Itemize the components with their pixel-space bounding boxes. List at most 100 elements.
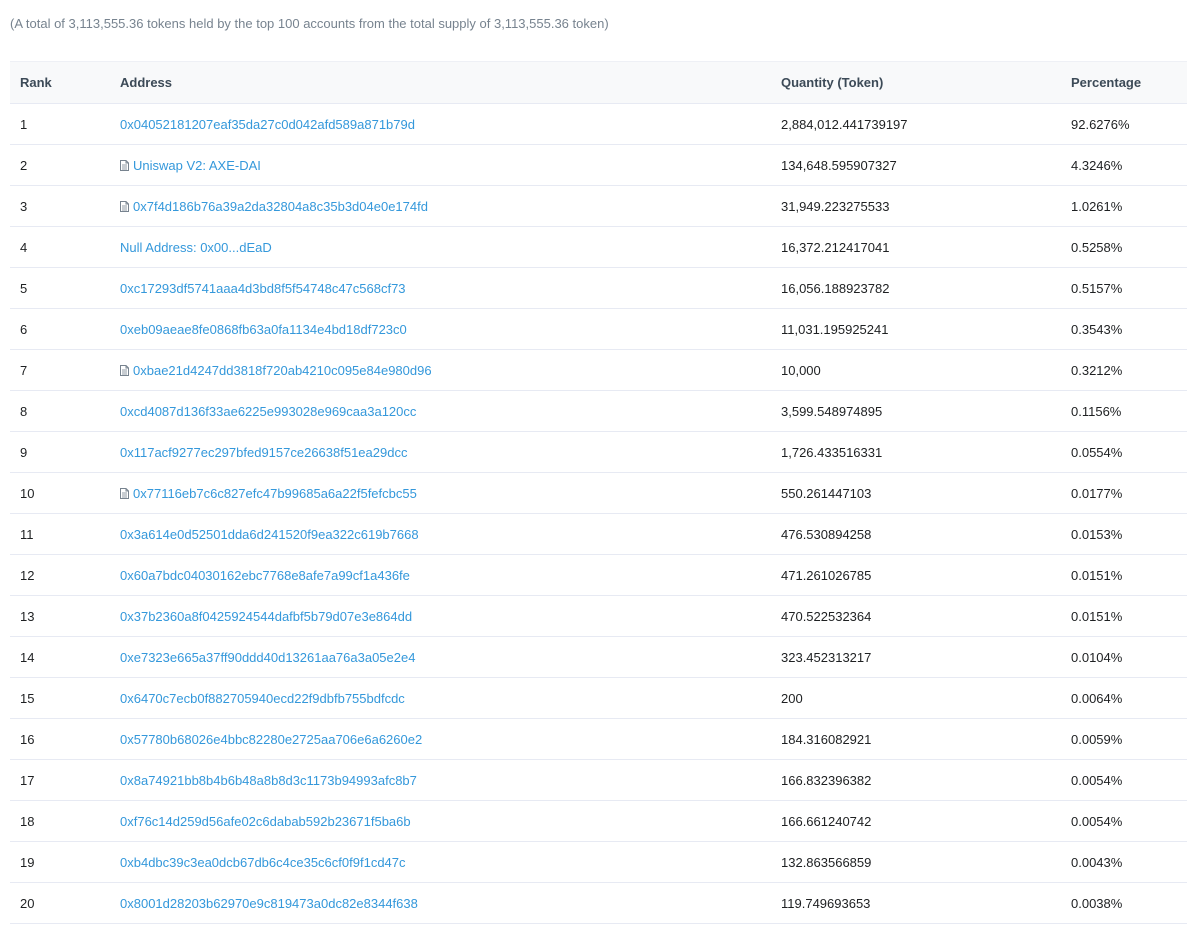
holder-address-link[interactable]: 0xeb09aeae8fe0868fb63a0fa1134e4bd18df723… — [120, 322, 407, 337]
contract-file-icon — [120, 364, 129, 376]
holder-address-link[interactable]: 0x60a7bdc04030162ebc7768e8afe7a99cf1a436… — [120, 568, 410, 583]
holder-address-link[interactable]: 0xf76c14d259d56afe02c6dabab592b23671f5ba… — [120, 814, 411, 829]
quantity-cell: 476.530894258 — [781, 513, 1071, 555]
address-text: 0xc17293df5741aaa4d3bd8f5f54748c47c568cf… — [120, 280, 406, 296]
holder-address-link[interactable]: 0x3a614e0d52501dda6d241520f9ea322c619b76… — [120, 527, 419, 542]
contract-file-icon — [120, 200, 129, 212]
holder-address-link[interactable]: 0x8001d28203b62970e9c819473a0dc82e8344f6… — [120, 896, 418, 911]
percentage-cell: 0.0054% — [1071, 800, 1187, 842]
address-text: 0xbae21d4247dd3818f720ab4210c095e84e980d… — [133, 362, 432, 378]
address-text: 0x60a7bdc04030162ebc7768e8afe7a99cf1a436… — [120, 567, 410, 583]
table-row: 13 0x37b2360a8f0425924544dafbf5b79d07e3e8… — [10, 595, 1187, 637]
table-row: 8 0xcd4087d136f33ae6225e993028e969caa3a12… — [10, 390, 1187, 432]
percentage-cell: 0.0554% — [1071, 431, 1187, 473]
address-text: 0xe7323e665a37ff90ddd40d13261aa76a3a05e2… — [120, 649, 416, 665]
quantity-cell: 323.452313217 — [781, 636, 1071, 678]
holder-address-link[interactable]: 0x57780b68026e4bbc82280e2725aa706e6a6260… — [120, 732, 422, 747]
token-holders-table: Rank Address Quantity (Token) Percentage… — [10, 61, 1187, 924]
table-row: 16 0x57780b68026e4bbc82280e2725aa706e6a62… — [10, 718, 1187, 760]
contract-file-icon — [120, 159, 129, 171]
table-header: Rank Address Quantity (Token) Percentage — [10, 61, 1187, 104]
address-cell: Null Address: 0x00...dEaD — [120, 226, 781, 268]
holder-address-link[interactable]: Null Address: 0x00...dEaD — [120, 240, 272, 255]
holder-address-link[interactable]: 0x8a74921bb8b4b6b48a8b8d3c1173b94993afc8… — [120, 773, 417, 788]
address-cell: 0xc17293df5741aaa4d3bd8f5f54748c47c568cf… — [120, 267, 781, 309]
table-row: 5 0xc17293df5741aaa4d3bd8f5f54748c47c568c… — [10, 267, 1187, 309]
quantity-cell: 119.749693653 — [781, 882, 1071, 924]
rank-cell: 4 — [10, 226, 120, 268]
percentage-cell: 0.0043% — [1071, 841, 1187, 883]
rank-cell: 18 — [10, 800, 120, 842]
table-row: 18 0xf76c14d259d56afe02c6dabab592b23671f5… — [10, 800, 1187, 842]
rank-cell: 1 — [10, 103, 120, 145]
address-cell: 0x37b2360a8f0425924544dafbf5b79d07e3e864… — [120, 595, 781, 637]
percentage-cell: 4.3246% — [1071, 144, 1187, 186]
address-cell: 0xf76c14d259d56afe02c6dabab592b23671f5ba… — [120, 800, 781, 842]
table-row: 12 0x60a7bdc04030162ebc7768e8afe7a99cf1a4… — [10, 554, 1187, 596]
percentage-cell: 0.0151% — [1071, 595, 1187, 637]
rank-cell: 9 — [10, 431, 120, 473]
address-text: 0x77116eb7c6c827efc47b99685a6a22f5fefcbc… — [133, 485, 417, 501]
holder-address-link[interactable]: 0xc17293df5741aaa4d3bd8f5f54748c47c568cf… — [120, 281, 406, 296]
percentage-cell: 0.0059% — [1071, 718, 1187, 760]
address-text: 0x57780b68026e4bbc82280e2725aa706e6a6260… — [120, 731, 423, 747]
percentage-cell: 0.5157% — [1071, 267, 1187, 309]
address-cell: 0x117acf9277ec297bfed9157ce26638f51ea29d… — [120, 431, 781, 473]
address-text: 0x3a614e0d52501dda6d241520f9ea322c619b76… — [120, 526, 419, 542]
table-row: 20 0x8001d28203b62970e9c819473a0dc82e8344… — [10, 882, 1187, 924]
table-row: 19 0xb4dbc39c3ea0dcb67db6c4ce35c6cf0f9f1c… — [10, 841, 1187, 883]
address-text: 0xeb09aeae8fe0868fb63a0fa1134e4bd18df723… — [120, 321, 407, 337]
holder-address-link[interactable]: Uniswap V2: AXE-DAI — [120, 158, 261, 173]
rank-header: Rank — [10, 61, 120, 104]
table-row: 9 0x117acf9277ec297bfed9157ce26638f51ea29… — [10, 431, 1187, 473]
quantity-cell: 134,648.595907327 — [781, 144, 1071, 186]
quantity-cell: 184.316082921 — [781, 718, 1071, 760]
rank-cell: 10 — [10, 472, 120, 514]
header-row: Rank Address Quantity (Token) Percentage — [10, 61, 1187, 104]
percentage-cell: 0.0151% — [1071, 554, 1187, 596]
rank-cell: 13 — [10, 595, 120, 637]
holder-address-link[interactable]: 0xcd4087d136f33ae6225e993028e969caa3a120… — [120, 404, 416, 419]
table-row: 7 0xbae21d4247dd3818f720ab4210c095e84e980… — [10, 349, 1187, 391]
percentage-cell: 0.0177% — [1071, 472, 1187, 514]
address-text: 0xb4dbc39c3ea0dcb67db6c4ce35c6cf0f9f1cd4… — [120, 854, 406, 870]
table-body: 1 0x04052181207eaf35da27c0d042afd589a871b… — [10, 103, 1187, 924]
quantity-cell: 2,884,012.441739197 — [781, 103, 1071, 145]
rank-cell: 20 — [10, 882, 120, 924]
percentage-cell: 0.3212% — [1071, 349, 1187, 391]
address-cell: 0xeb09aeae8fe0868fb63a0fa1134e4bd18df723… — [120, 308, 781, 350]
holder-address-link[interactable]: 0x04052181207eaf35da27c0d042afd589a871b7… — [120, 117, 415, 132]
address-text: 0xcd4087d136f33ae6225e993028e969caa3a120… — [120, 403, 417, 419]
address-text: 0x37b2360a8f0425924544dafbf5b79d07e3e864… — [120, 608, 413, 624]
address-cell: 0xe7323e665a37ff90ddd40d13261aa76a3a05e2… — [120, 636, 781, 678]
address-text: Uniswap V2: AXE-DAI — [133, 157, 261, 173]
holder-address-link[interactable]: 0xbae21d4247dd3818f720ab4210c095e84e980d… — [120, 363, 432, 378]
address-text: 0x117acf9277ec297bfed9157ce26638f51ea29d… — [120, 444, 408, 460]
address-text: 0x04052181207eaf35da27c0d042afd589a871b7… — [120, 116, 415, 132]
percentage-cell: 92.6276% — [1071, 103, 1187, 145]
holder-address-link[interactable]: 0xe7323e665a37ff90ddd40d13261aa76a3a05e2… — [120, 650, 415, 665]
address-cell: Uniswap V2: AXE-DAI — [120, 144, 781, 186]
table-row: 4 Null Address: 0x00...dEaD 16,372.2124170… — [10, 226, 1187, 268]
address-cell: 0x7f4d186b76a39a2da32804a8c35b3d04e0e174… — [120, 185, 781, 227]
table-row: 6 0xeb09aeae8fe0868fb63a0fa1134e4bd18df72… — [10, 308, 1187, 350]
holder-address-link[interactable]: 0x6470c7ecb0f882705940ecd22f9dbfb755bdfc… — [120, 691, 405, 706]
address-cell: 0x8a74921bb8b4b6b48a8b8d3c1173b94993afc8… — [120, 759, 781, 801]
address-cell: 0x6470c7ecb0f882705940ecd22f9dbfb755bdfc… — [120, 677, 781, 719]
address-text: 0x6470c7ecb0f882705940ecd22f9dbfb755bdfc… — [120, 690, 405, 706]
rank-cell: 6 — [10, 308, 120, 350]
holder-address-link[interactable]: 0x37b2360a8f0425924544dafbf5b79d07e3e864… — [120, 609, 412, 624]
percentage-cell: 0.5258% — [1071, 226, 1187, 268]
rank-cell: 8 — [10, 390, 120, 432]
percentage-cell: 0.3543% — [1071, 308, 1187, 350]
address-cell: 0x3a614e0d52501dda6d241520f9ea322c619b76… — [120, 513, 781, 555]
holder-address-link[interactable]: 0x117acf9277ec297bfed9157ce26638f51ea29d… — [120, 445, 407, 460]
percentage-cell: 0.1156% — [1071, 390, 1187, 432]
address-cell: 0xcd4087d136f33ae6225e993028e969caa3a120… — [120, 390, 781, 432]
address-cell: 0xb4dbc39c3ea0dcb67db6c4ce35c6cf0f9f1cd4… — [120, 841, 781, 883]
address-cell: 0x60a7bdc04030162ebc7768e8afe7a99cf1a436… — [120, 554, 781, 596]
holder-address-link[interactable]: 0x77116eb7c6c827efc47b99685a6a22f5fefcbc… — [120, 486, 417, 501]
holder-address-link[interactable]: 0xb4dbc39c3ea0dcb67db6c4ce35c6cf0f9f1cd4… — [120, 855, 406, 870]
holder-address-link[interactable]: 0x7f4d186b76a39a2da32804a8c35b3d04e0e174… — [120, 199, 428, 214]
quantity-cell: 132.863566859 — [781, 841, 1071, 883]
